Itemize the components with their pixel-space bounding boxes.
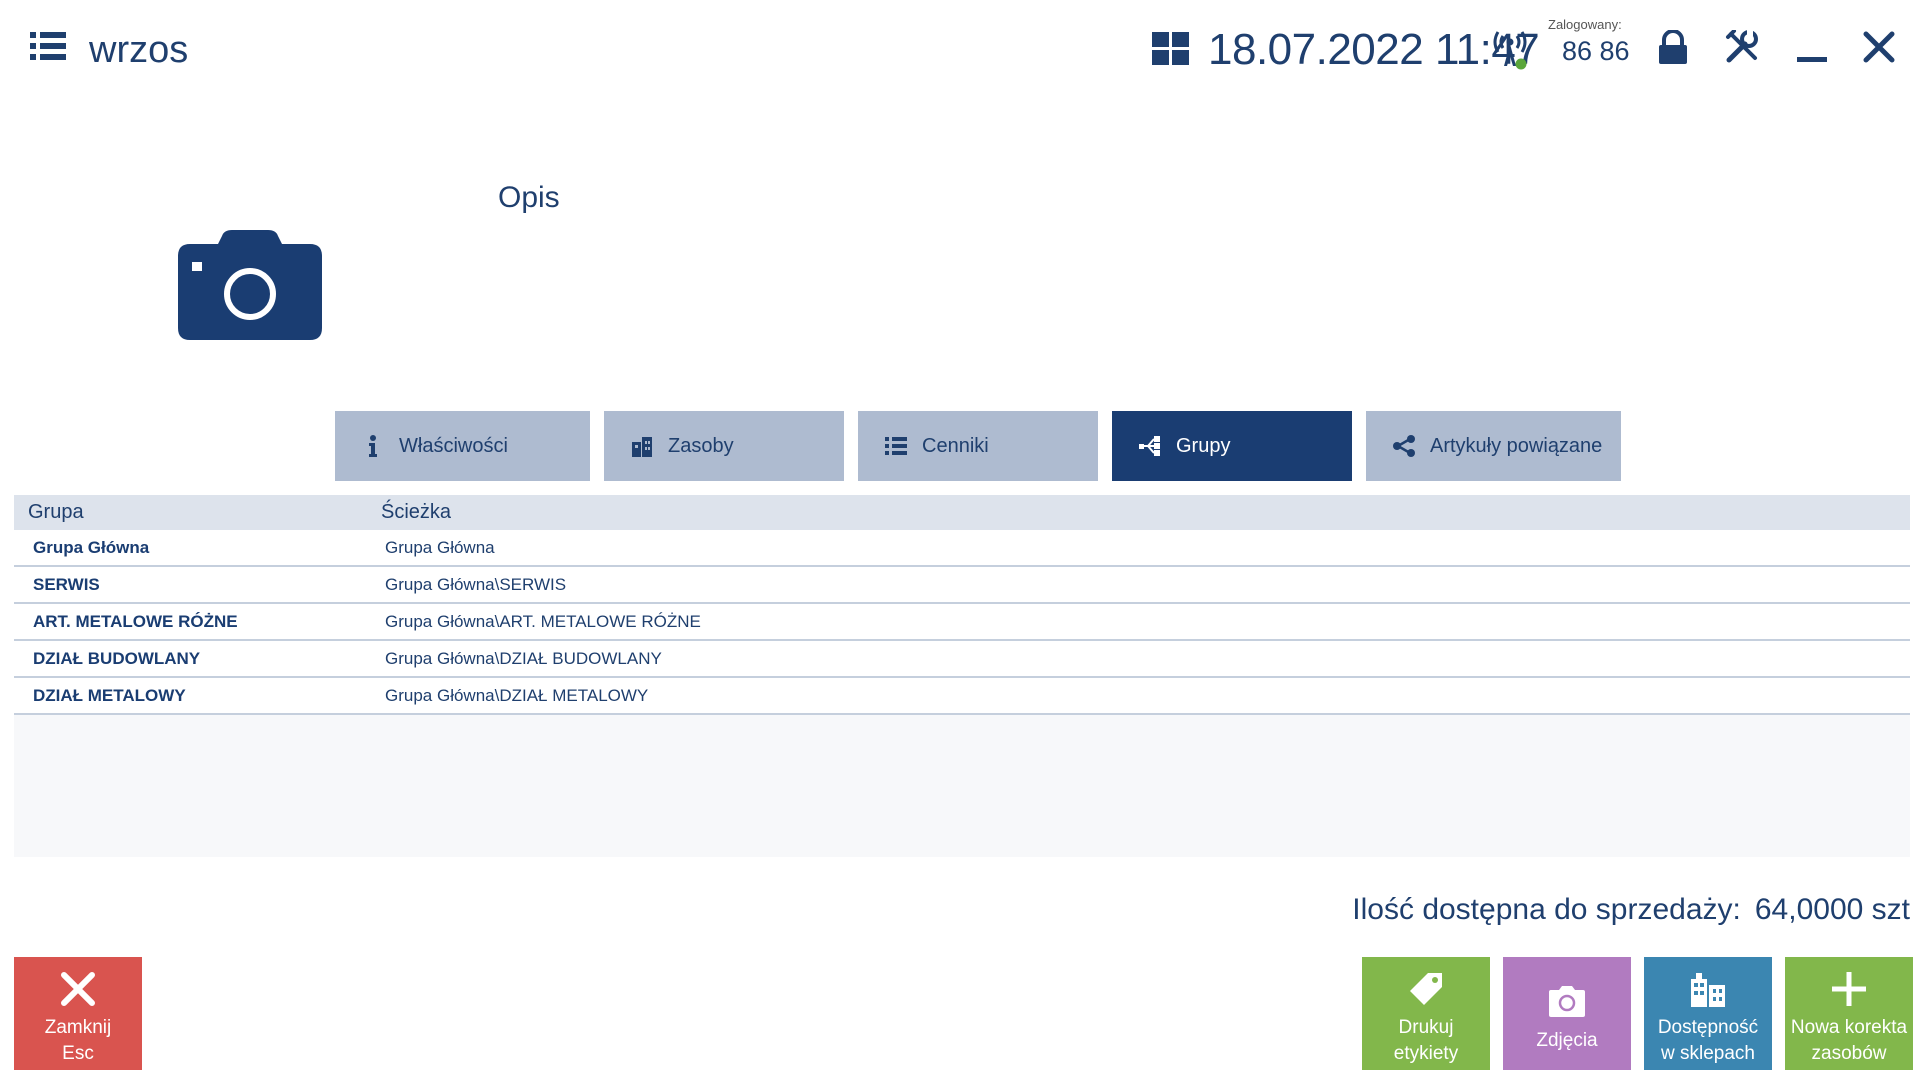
print-labels-button[interactable]: Drukuj etykiety <box>1362 957 1490 1070</box>
tree-icon <box>1139 436 1160 456</box>
column-header-group[interactable]: Grupa <box>28 501 84 524</box>
tab-price-lists[interactable]: Cenniki <box>858 411 1098 481</box>
button-label-2: w sklepach <box>1661 1043 1755 1064</box>
availability-summary: Ilość dostępna do sprzedaży: 64,0000 szt <box>1352 888 1910 932</box>
buildings-icon <box>1691 973 1725 1007</box>
app-title: wrzos <box>89 29 189 71</box>
tab-related-articles[interactable]: Artykuły powiązane <box>1366 411 1621 481</box>
button-label: Zdjęcia <box>1536 1030 1598 1051</box>
cell-path: Grupa Główna\DZIAŁ BUDOWLANY <box>385 649 662 668</box>
cell-group: Grupa Główna <box>33 538 150 557</box>
tools-icon[interactable] <box>1725 29 1759 64</box>
button-label: Drukuj <box>1398 1017 1454 1038</box>
tab-resources[interactable]: Zasoby <box>604 411 844 481</box>
button-label-2: zasobów <box>1811 1043 1887 1064</box>
button-label: Dostępność <box>1657 1017 1759 1038</box>
table-row[interactable]: DZIAŁ BUDOWLANY Grupa Główna\DZIAŁ BUDOW… <box>14 641 1910 678</box>
photos-button[interactable]: Zdjęcia <box>1503 957 1631 1070</box>
cell-group: DZIAŁ METALOWY <box>33 686 186 705</box>
cell-path: Grupa Główna\DZIAŁ METALOWY <box>385 686 649 705</box>
cell-path: Grupa Główna <box>385 538 495 557</box>
list-icon <box>885 437 907 455</box>
tab-label: Właściwości <box>399 434 508 457</box>
cell-group: SERWIS <box>33 575 100 594</box>
table-row[interactable]: ART. METALOWE RÓŻNE Grupa Główna\ART. ME… <box>14 604 1910 641</box>
table-header: Grupa Ścieżka <box>14 495 1910 530</box>
button-shortcut: Esc <box>62 1043 94 1064</box>
cell-path: Grupa Główna\ART. METALOWE RÓŻNE <box>385 612 701 631</box>
column-header-path[interactable]: Ścieżka <box>381 501 451 524</box>
new-stock-correction-button[interactable]: Nowa korekta zasobów <box>1785 957 1913 1070</box>
description-label: Opis <box>498 181 560 214</box>
tag-icon <box>1410 973 1442 1005</box>
close-icon <box>61 972 95 1006</box>
groups-table: Grupa Ścieżka Grupa Główna Grupa Główna … <box>14 495 1910 857</box>
table-row[interactable]: DZIAŁ METALOWY Grupa Główna\DZIAŁ METALO… <box>14 678 1910 715</box>
tab-groups[interactable]: Grupy <box>1112 411 1352 481</box>
buildings-icon <box>632 437 652 457</box>
camera-icon[interactable] <box>178 230 322 340</box>
availability-value: 64,0000 szt <box>1754 893 1910 926</box>
logged-label: Zalogowany: <box>1548 17 1622 32</box>
camera-icon <box>1549 986 1585 1017</box>
availability-label: Ilość dostępna do sprzedaży: <box>1352 893 1741 926</box>
signal-icon[interactable] <box>1490 28 1530 72</box>
tab-label: Cenniki <box>922 434 989 457</box>
table-row[interactable]: SERWIS Grupa Główna\SERWIS <box>14 567 1910 604</box>
minimize-icon[interactable] <box>1795 30 1829 64</box>
menu-icon[interactable] <box>30 30 70 64</box>
button-label-2: etykiety <box>1393 1043 1459 1064</box>
button-label: Nowa korekta <box>1790 1017 1908 1038</box>
cell-group: DZIAŁ BUDOWLANY <box>33 649 201 668</box>
close-button[interactable]: Zamknij Esc <box>14 957 142 1070</box>
lock-icon[interactable] <box>1657 29 1689 66</box>
cell-path: Grupa Główna\SERWIS <box>385 575 567 594</box>
table-row[interactable]: Grupa Główna Grupa Główna <box>14 530 1910 567</box>
cell-group: ART. METALOWE RÓŻNE <box>33 612 238 631</box>
button-label: Zamknij <box>44 1017 112 1038</box>
tab-label: Zasoby <box>668 434 734 457</box>
share-icon <box>1393 435 1415 457</box>
tab-label: Artykuły powiązane <box>1430 434 1603 457</box>
plus-icon <box>1832 972 1866 1006</box>
info-icon <box>369 435 377 457</box>
close-icon[interactable] <box>1862 30 1896 64</box>
windows-icon[interactable] <box>1152 32 1190 66</box>
tab-properties[interactable]: Właściwości <box>335 411 590 481</box>
store-availability-button[interactable]: Dostępność w sklepach <box>1644 957 1772 1070</box>
logged-user: 86 86 <box>1562 36 1630 66</box>
tab-label: Grupy <box>1176 434 1231 457</box>
